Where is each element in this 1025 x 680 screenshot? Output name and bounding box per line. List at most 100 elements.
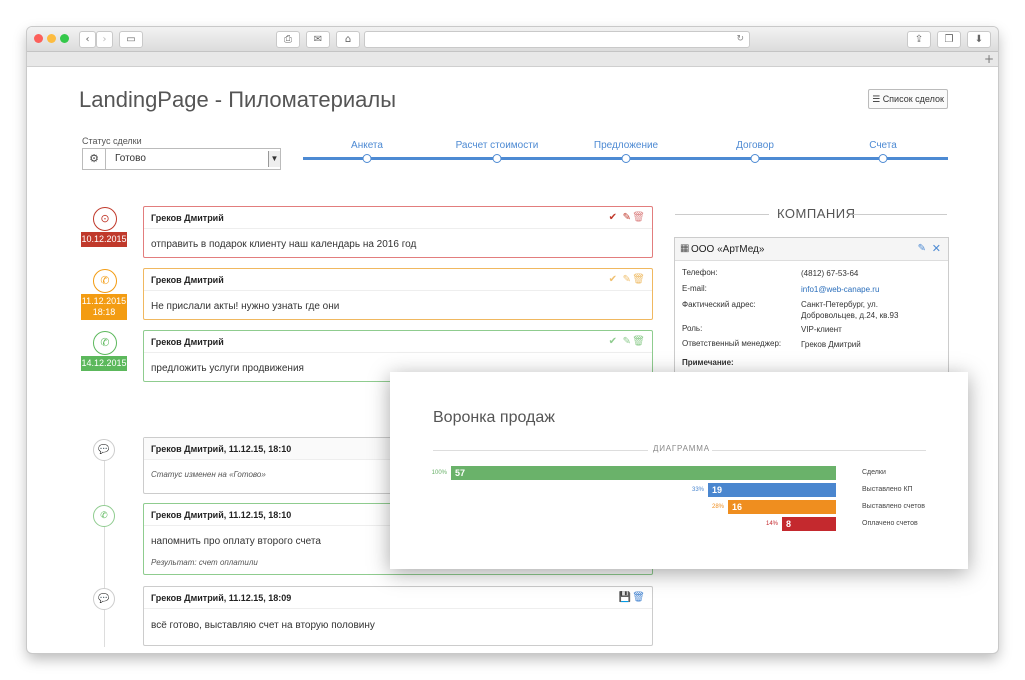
company-header: ▦ ООО «АртМед» ✎ ✕	[675, 238, 948, 261]
page-title: LandingPage - Пиломатериалы	[79, 87, 397, 112]
close-window-icon[interactable]	[34, 34, 43, 43]
history-author: Греков Дмитрий, 11.12.15, 18:10	[151, 510, 292, 520]
address-bar[interactable]: ↻	[364, 31, 750, 48]
history-author: Греков Дмитрий, 11.12.15, 18:10	[151, 444, 292, 454]
browser-toolbar: ‹ › ▭ ⎙ ✉ ⌂ ↻ ⇪ ❐ ⬇	[27, 27, 998, 52]
share-icon[interactable]: ⇪	[907, 31, 931, 48]
edit-icon[interactable]: ✎	[918, 243, 926, 254]
timeline-line	[104, 447, 105, 647]
manager-label: Ответственный менеджер:	[682, 339, 782, 348]
address-value: Санкт-Петербург, ул. Добровольцев, д.24,…	[801, 300, 899, 320]
stage-label-0[interactable]: Анкета	[351, 140, 383, 151]
phone-icon: ✆	[93, 269, 117, 293]
divider	[853, 214, 947, 215]
task-date: 14.12.2015	[81, 356, 127, 371]
funnel-bar-value: 8	[786, 519, 792, 529]
history-text: напомнить про оплату второго счета	[151, 536, 321, 547]
gear-icon[interactable]: ⚙	[83, 149, 106, 169]
trash-icon[interactable]: 🗑	[632, 274, 645, 285]
history-author: Греков Дмитрий, 11.12.15, 18:09	[151, 593, 292, 603]
manager-value[interactable]: Греков Дмитрий	[801, 339, 861, 350]
clock-icon: ⊙	[93, 207, 117, 231]
history-card: Греков Дмитрий, 11.12.15, 18:09 💾 🗑 всё …	[143, 586, 653, 646]
funnel-bar[interactable]: 19	[708, 483, 836, 497]
task-text: предложить услуги продвижения	[151, 363, 304, 374]
funnel-category-label: Выставлено счетов	[862, 503, 925, 510]
trash-icon[interactable]: 🗑	[632, 592, 645, 603]
save-icon[interactable]: 💾	[619, 592, 631, 603]
back-icon[interactable]: ‹	[79, 31, 96, 48]
funnel-bar-percent: 14%	[765, 521, 778, 527]
note-label: Примечание:	[682, 358, 734, 367]
funnel-category-label: Выставлено КП	[862, 486, 913, 493]
stage-dot-0[interactable]	[362, 154, 372, 163]
stage-dot-4[interactable]	[878, 154, 888, 163]
home-icon[interactable]: ⌂	[336, 31, 360, 48]
building-icon: ▦	[680, 243, 690, 254]
stage-label-4[interactable]: Счета	[869, 140, 897, 151]
task-text: Не прислали акты! нужно узнать где они	[151, 301, 340, 312]
task-header: Греков Дмитрий ✔ ✎ 🗑	[144, 269, 652, 291]
chevron-down-icon[interactable]: ▼	[268, 151, 280, 167]
list-icon: ☰	[872, 95, 881, 105]
tabs-icon[interactable]: ❐	[937, 31, 961, 48]
check-icon[interactable]: ✔	[609, 212, 617, 223]
stage-label-1[interactable]: Расчет стоимости	[456, 140, 539, 151]
close-icon[interactable]: ✕	[932, 242, 941, 255]
history-header: Греков Дмитрий, 11.12.15, 18:09 💾 🗑	[144, 587, 652, 609]
funnel-category-label: Сделки	[862, 469, 886, 476]
stage-label-3[interactable]: Договор	[736, 140, 774, 151]
trash-icon[interactable]: 🗑	[632, 336, 645, 347]
funnel-bar[interactable]: 16	[728, 500, 836, 514]
edit-icon[interactable]: ✎	[623, 274, 631, 285]
comment-icon: 💬	[93, 588, 115, 610]
company-name[interactable]: ООО «АртМед»	[691, 244, 764, 255]
stage-label-2[interactable]: Предложение	[594, 140, 658, 151]
maximize-window-icon[interactable]	[60, 34, 69, 43]
role-value: VIP-клиент	[801, 325, 842, 334]
task-author: Греков Дмитрий	[151, 213, 224, 223]
deals-list-label: Список сделок	[882, 94, 944, 104]
divider	[675, 214, 769, 215]
phone-icon: ✆	[93, 505, 115, 527]
task-date: 11.12.2015 18:18	[81, 294, 127, 320]
task-card[interactable]: Греков Дмитрий ✔ ✎ 🗑 отправить в подарок…	[143, 206, 653, 258]
edit-icon[interactable]: ✎	[623, 336, 631, 347]
mail-icon[interactable]: ✉	[306, 31, 330, 48]
check-icon[interactable]: ✔	[609, 274, 617, 285]
task-text: отправить в подарок клиенту наш календар…	[151, 239, 417, 250]
stage-dot-3[interactable]	[750, 154, 760, 163]
check-icon[interactable]: ✔	[609, 336, 617, 347]
reload-icon[interactable]: ↻	[736, 32, 744, 47]
deals-list-button[interactable]: ☰ Список сделок	[868, 89, 948, 109]
task-date: 10.12.2015	[81, 232, 127, 247]
funnel-bar-percent: 33%	[691, 487, 704, 493]
phone-value[interactable]: (4812) 67-53-64	[801, 268, 858, 279]
edit-icon[interactable]: ✎	[623, 212, 631, 223]
status-select[interactable]: ⚙ Готово ▼	[82, 148, 281, 170]
stage-dot-2[interactable]	[621, 154, 631, 163]
download-icon[interactable]: ⬇	[967, 31, 991, 48]
sidebar-icon[interactable]: ▭	[119, 31, 143, 48]
company-card: ▦ ООО «АртМед» ✎ ✕ Телефон: (4812) 67-53…	[674, 237, 949, 389]
new-tab-icon[interactable]: +	[984, 52, 994, 66]
history-text: Статус изменен на «Готово»	[151, 470, 266, 479]
email-label: E-mail:	[682, 284, 707, 293]
stage-dot-1[interactable]	[492, 154, 502, 163]
email-link[interactable]: info1@web-canape.ru	[801, 284, 879, 295]
task-card[interactable]: Греков Дмитрий ✔ ✎ 🗑 Не прислали акты! н…	[143, 268, 653, 320]
task-header: Греков Дмитрий ✔ ✎ 🗑	[144, 331, 652, 353]
company-heading: КОМПАНИЯ	[777, 206, 856, 221]
funnel-bar[interactable]: 57	[451, 466, 836, 480]
sales-funnel-panel: Воронка продаж ДИАГРАММА 57 100% Сделки 19 3…	[390, 372, 968, 569]
phone-icon: ✆	[93, 331, 117, 355]
trash-icon[interactable]: 🗑	[632, 212, 645, 223]
address-label: Фактический адрес:	[682, 300, 756, 309]
print-icon[interactable]: ⎙	[276, 31, 300, 48]
forward-icon[interactable]: ›	[96, 31, 113, 48]
funnel-bar-value: 19	[712, 485, 723, 495]
history-result: Результат: счет оплатили	[151, 558, 258, 567]
funnel-bar-value: 57	[455, 468, 466, 478]
minimize-window-icon[interactable]	[47, 34, 56, 43]
funnel-bar[interactable]: 8	[782, 517, 836, 531]
